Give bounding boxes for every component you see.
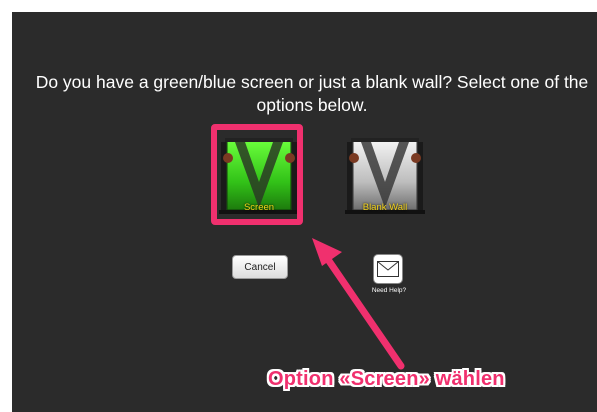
need-help-label: Need Help? <box>371 287 407 294</box>
option-screen-label: Screen <box>243 202 275 213</box>
instruction-line-2: options below. <box>256 95 368 115</box>
annotation-caption: Option «Screen» wählen <box>268 368 505 390</box>
instruction-line-1: Do you have a green/blue screen or just … <box>35 72 589 92</box>
need-help-button[interactable]: Need Help? <box>369 254 415 302</box>
instruction-text: Do you have a green/blue screen or just … <box>12 71 597 117</box>
mail-icon <box>373 254 403 284</box>
app-screen: Do you have a green/blue screen or just … <box>12 12 597 412</box>
option-blank-wall[interactable]: Blank Wall <box>345 136 425 216</box>
cancel-button[interactable]: Cancel <box>232 255 288 279</box>
option-screen[interactable]: Screen <box>219 136 299 216</box>
option-blank-wall-label: Blank Wall <box>362 202 408 213</box>
